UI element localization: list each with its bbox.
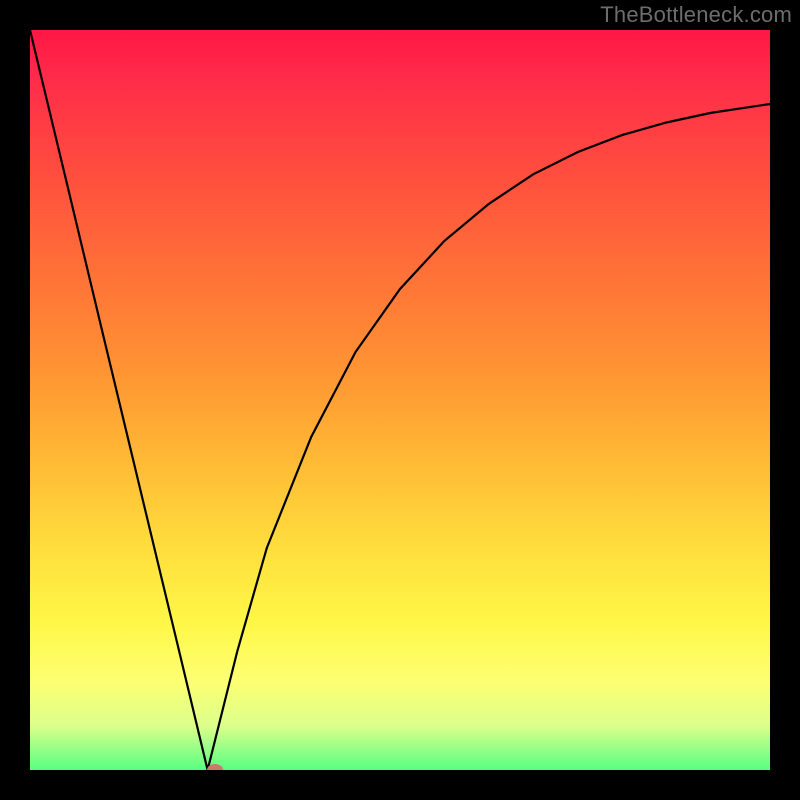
chart-frame: TheBottleneck.com bbox=[0, 0, 800, 800]
curve-path bbox=[30, 30, 770, 770]
bottleneck-curve bbox=[30, 30, 770, 770]
plot-area bbox=[30, 30, 770, 770]
watermark-text: TheBottleneck.com bbox=[600, 2, 792, 28]
optimal-point-marker bbox=[207, 764, 223, 770]
